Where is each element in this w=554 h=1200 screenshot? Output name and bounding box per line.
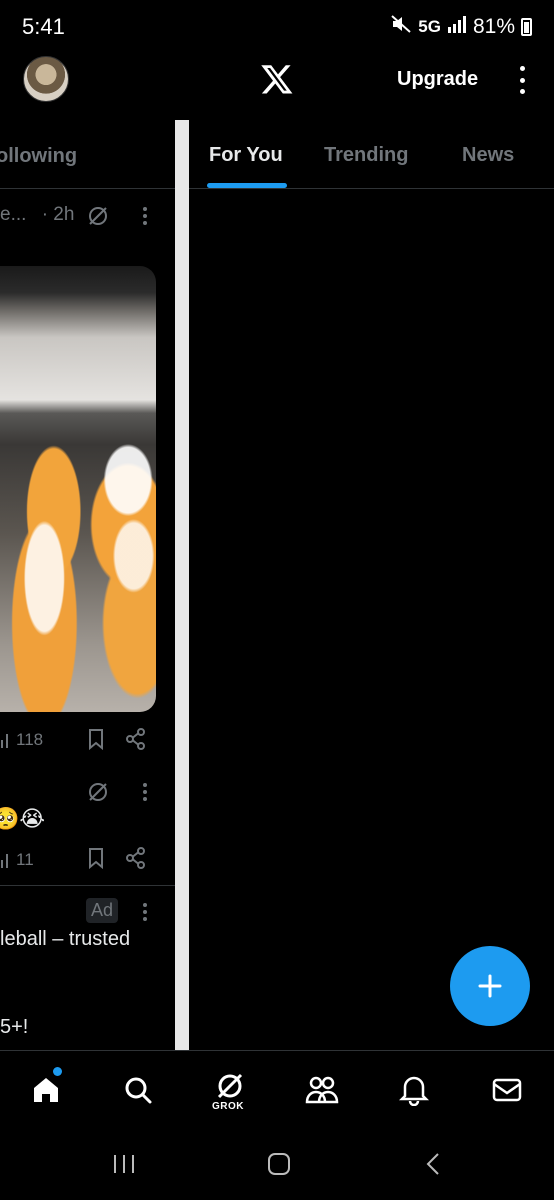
plus-icon [478,974,502,998]
home-button-icon[interactable] [259,1148,299,1180]
search-icon[interactable] [118,1070,158,1110]
communities-icon[interactable] [302,1070,342,1110]
views-count[interactable]: 11 [0,850,34,870]
messages-icon[interactable] [487,1070,527,1110]
views-value: 11 [16,850,34,869]
ad-badge: Ad [86,898,119,923]
tab-following[interactable]: ollowing [0,145,77,168]
share-icon[interactable] [125,847,147,874]
bookmark-icon[interactable] [86,728,106,755]
x-logo-icon [260,62,294,96]
bottom-nav-border [0,1050,554,1051]
battery-level: 81% [472,15,515,38]
grok-icon[interactable] [86,780,110,809]
grok-icon[interactable] [86,204,110,233]
home-icon[interactable] [26,1070,66,1110]
views-value: 118 [16,730,44,749]
signal-icon [447,15,467,39]
status-time: 5:41 [22,14,65,39]
notifications-icon[interactable] [394,1070,434,1110]
post-menu-icon[interactable] [142,782,148,807]
home-notification-dot [53,1067,62,1076]
status-icons: 5G 81% [390,14,532,40]
more-vert-icon[interactable] [512,66,532,94]
ad-text: leball – trusted [0,928,131,950]
post-author: e... [0,204,27,225]
grok-label: GROK [212,1101,244,1112]
compose-button[interactable] [450,946,530,1026]
views-count[interactable]: 118 [0,730,43,750]
tab-divider [189,188,554,189]
post-image[interactable] [0,266,156,712]
tab-trending[interactable]: Trending [324,144,408,167]
bookmark-icon[interactable] [86,847,106,874]
share-icon[interactable] [125,728,147,755]
battery-icon [521,18,532,36]
ad-text: 5+! [0,1016,29,1038]
tab-news[interactable]: News [462,144,514,167]
split-divider[interactable] [175,120,189,1050]
profile-avatar[interactable] [23,56,69,102]
post-menu-icon[interactable] [142,206,148,231]
grok-icon[interactable] [210,1066,250,1106]
tab-divider [0,188,175,189]
recent-apps-icon[interactable] [104,1148,144,1180]
post-time: · 2h [41,204,75,225]
following-feed-panel: ollowing e... · 2h 118 🥺😭 11 Ad leball –… [0,120,175,1050]
mute-icon [390,14,412,40]
post-menu-icon[interactable] [142,902,148,927]
tab-for-you[interactable]: For You [209,144,283,167]
network-label: 5G [418,17,441,36]
back-icon[interactable] [414,1148,454,1180]
post-meta: e... · 2h [0,204,74,226]
post-text: 🥺😭 [0,806,46,831]
post-divider [0,885,175,886]
upgrade-button[interactable]: Upgrade [397,68,478,91]
